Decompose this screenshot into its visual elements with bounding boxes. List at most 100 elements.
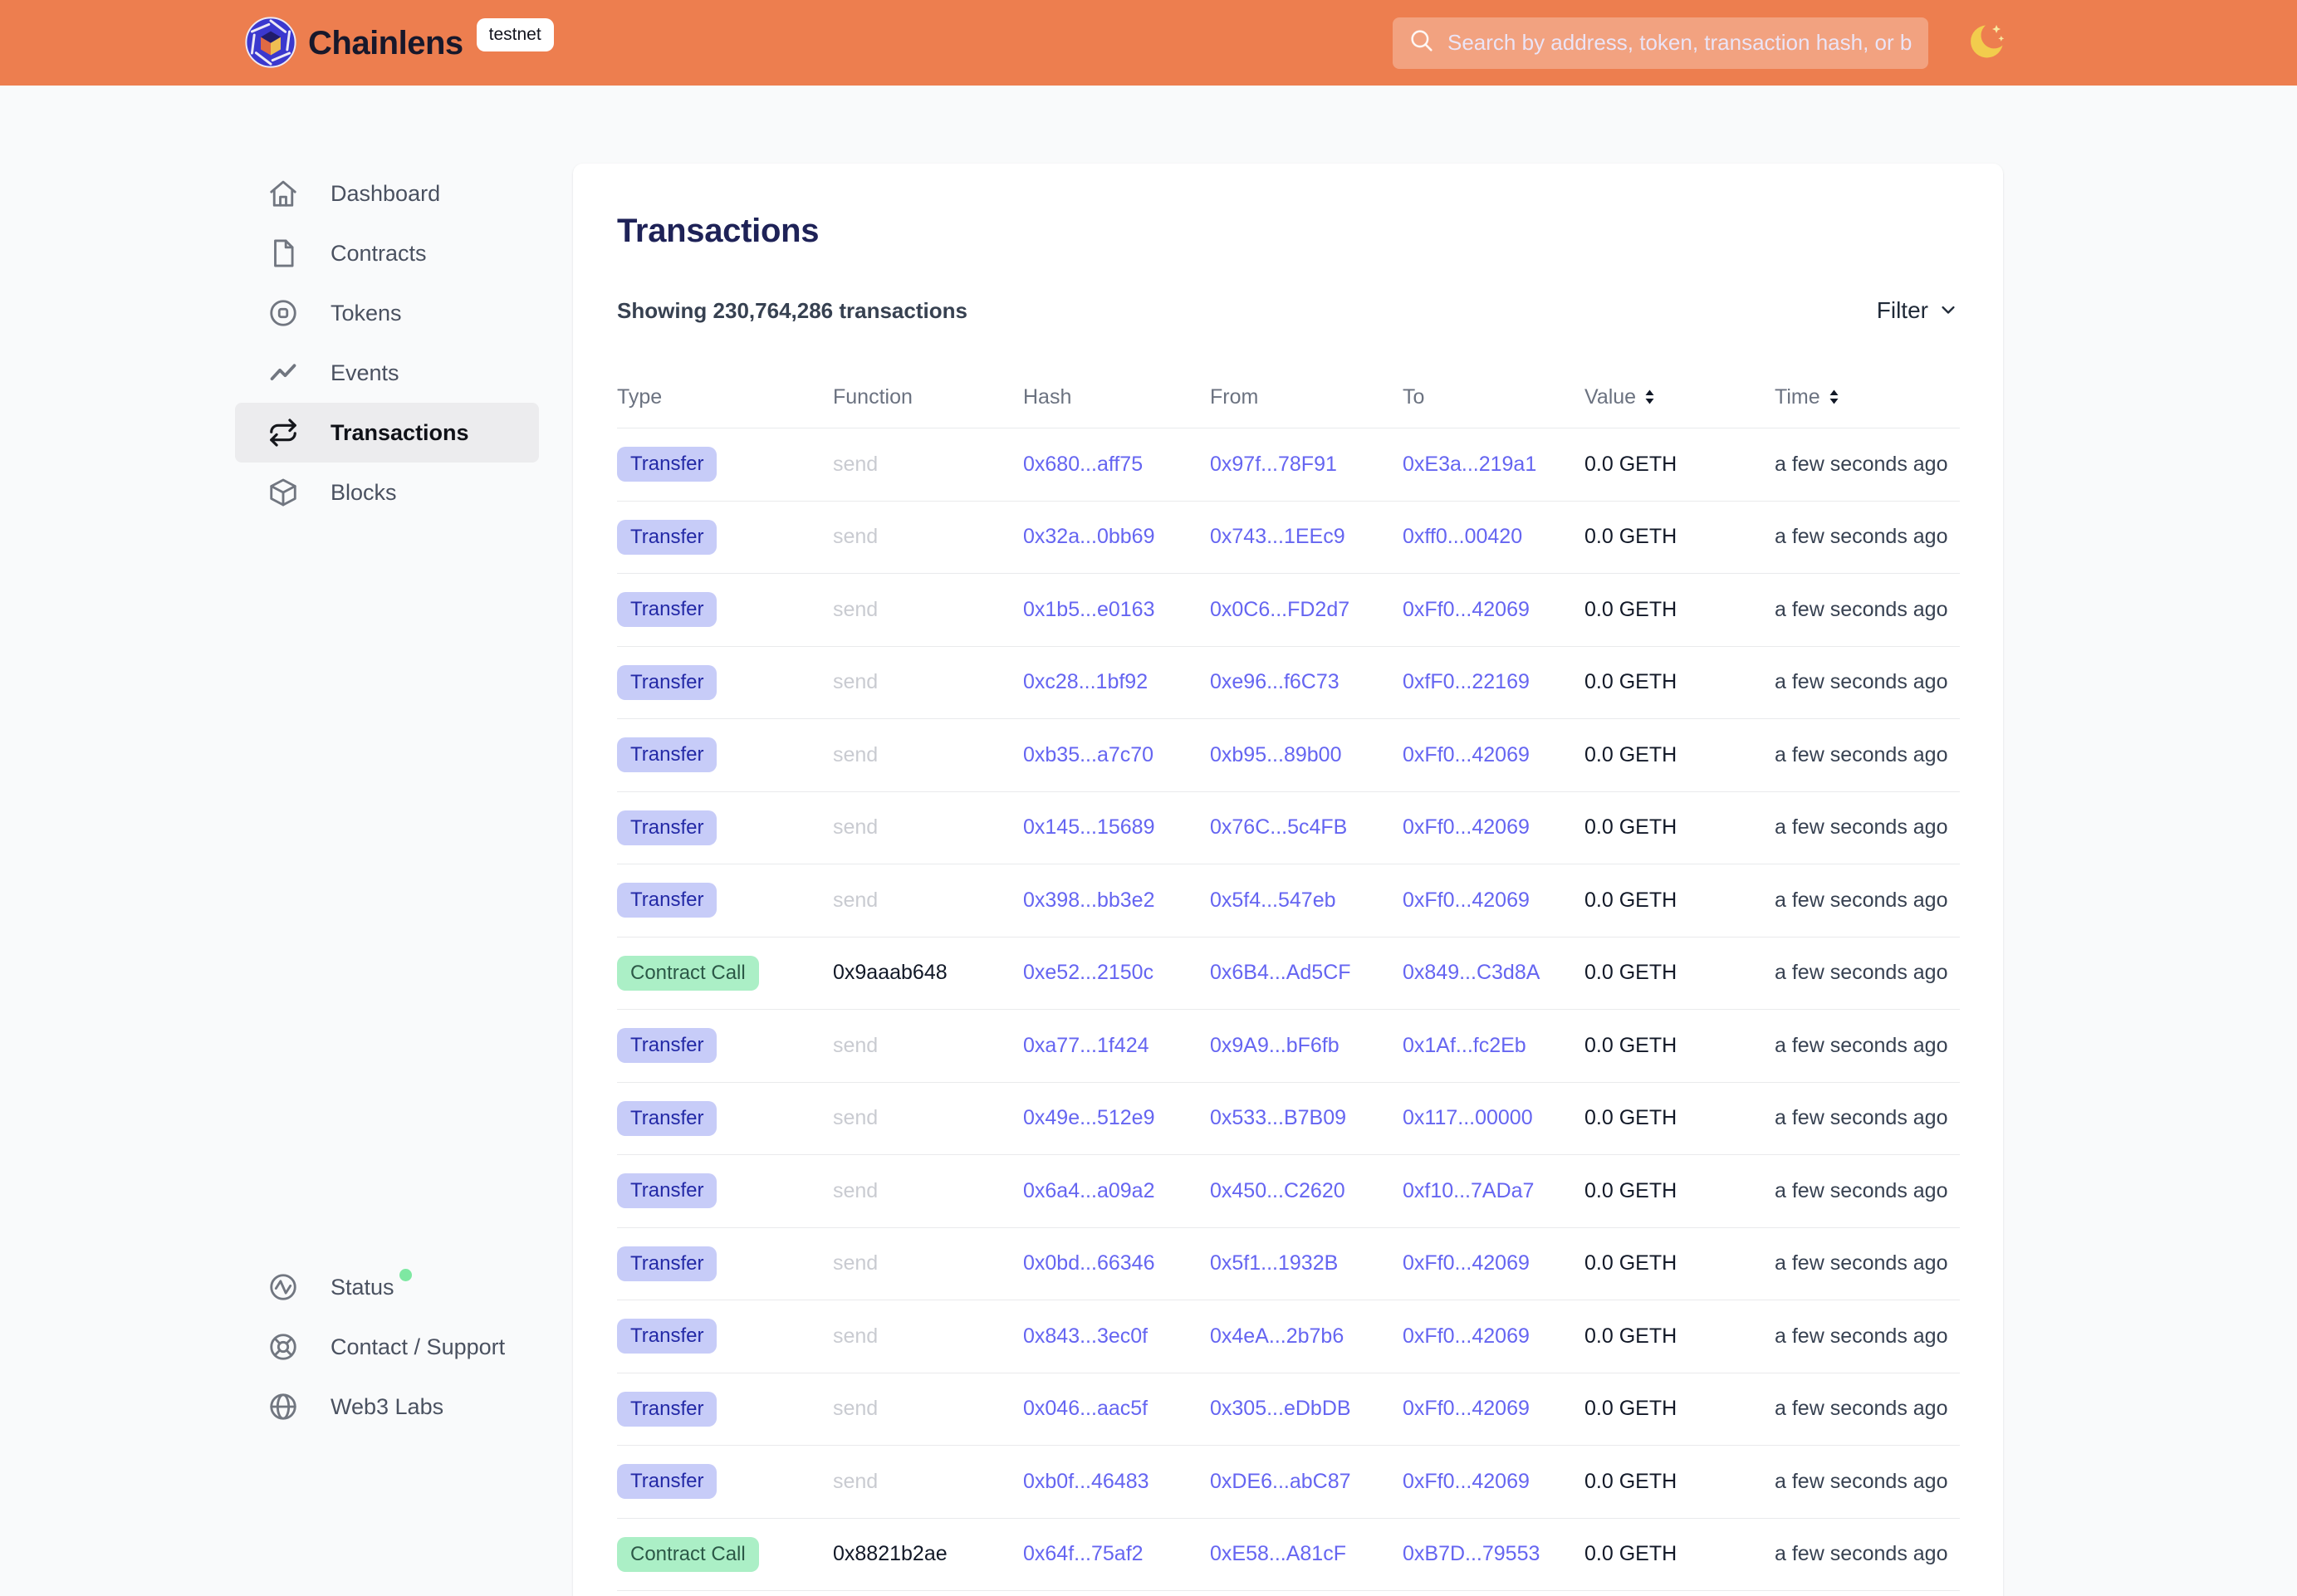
function-cell: send xyxy=(833,1324,1023,1349)
from-address-link[interactable]: 0xE58...A81cF xyxy=(1210,1542,1346,1565)
to-address-link[interactable]: 0xFf0...42069 xyxy=(1403,1251,1530,1275)
hash-link[interactable]: 0x6a4...a09a2 xyxy=(1023,1179,1154,1202)
sidebar-item-status[interactable]: Status xyxy=(235,1257,539,1317)
hash-link[interactable]: 0x32a...0bb69 xyxy=(1023,525,1154,548)
from-address-link[interactable]: 0x5f4...547eb xyxy=(1210,889,1336,912)
time-cell: a few seconds ago xyxy=(1775,453,1960,477)
hash-link[interactable]: 0x49e...512e9 xyxy=(1023,1106,1154,1129)
to-address-link[interactable]: 0xff0...00420 xyxy=(1403,525,1522,548)
hash-link[interactable]: 0x680...aff75 xyxy=(1023,453,1143,476)
table-row: Transfer send 0xc28...1bf92 0xe96...f6C7… xyxy=(617,647,1960,720)
sidebar-item-label: Dashboard xyxy=(331,181,440,207)
activity-icon xyxy=(267,356,300,389)
hash-link[interactable]: 0xb35...a7c70 xyxy=(1023,743,1153,766)
table-row: Transfer send 0x046...aac5f 0x305...eDbD… xyxy=(617,1373,1960,1447)
hash-link[interactable]: 0x843...3ec0f xyxy=(1023,1324,1148,1348)
function-cell: send xyxy=(833,453,1023,477)
value-cell: 0.0 GETH xyxy=(1584,1106,1775,1130)
status-online-dot xyxy=(399,1269,412,1281)
from-address-link[interactable]: 0xb95...89b00 xyxy=(1210,743,1341,766)
chainlens-logo-icon xyxy=(245,13,296,72)
sidebar-item-blocks[interactable]: Blocks xyxy=(235,463,539,522)
sidebar-item-transactions[interactable]: Transactions xyxy=(235,403,539,463)
sidebar-item-events[interactable]: Events xyxy=(235,343,539,403)
to-address-link[interactable]: 0xFf0...42069 xyxy=(1403,598,1530,621)
to-address-link[interactable]: 0xFf0...42069 xyxy=(1403,889,1530,912)
hash-link[interactable]: 0x1b5...e0163 xyxy=(1023,598,1154,621)
table-row: Transfer send 0x32a...0bb69 0x743...1EEc… xyxy=(617,502,1960,575)
network-badge: testnet xyxy=(477,18,554,51)
hash-link[interactable]: 0x046...aac5f xyxy=(1023,1397,1148,1420)
hash-link[interactable]: 0xe52...2150c xyxy=(1023,961,1153,984)
hash-link[interactable]: 0x398...bb3e2 xyxy=(1023,889,1154,912)
from-address-link[interactable]: 0x97f...78F91 xyxy=(1210,453,1337,476)
sidebar-item-tokens[interactable]: Tokens xyxy=(235,283,539,343)
table-row: Transfer send 0x398...bb3e2 0x5f4...547e… xyxy=(617,864,1960,938)
from-address-link[interactable]: 0x743...1EEc9 xyxy=(1210,525,1345,548)
life-buoy-icon xyxy=(267,1330,300,1363)
brand-name: Chainlens xyxy=(308,25,463,62)
to-address-link[interactable]: 0xfF0...22169 xyxy=(1403,670,1530,693)
from-address-link[interactable]: 0x9A9...bF6fb xyxy=(1210,1034,1340,1057)
to-address-link[interactable]: 0xFf0...42069 xyxy=(1403,743,1530,766)
value-cell: 0.0 GETH xyxy=(1584,961,1775,985)
sidebar-item-contact-support[interactable]: Contact / Support xyxy=(235,1317,539,1377)
from-address-link[interactable]: 0x5f1...1932B xyxy=(1210,1251,1338,1275)
time-cell: a few seconds ago xyxy=(1775,1542,1960,1566)
hash-link[interactable]: 0xb0f...46483 xyxy=(1023,1470,1149,1493)
to-address-link[interactable]: 0x849...C3d8A xyxy=(1403,961,1540,984)
column-header-function: Function xyxy=(833,385,1023,409)
brand-logo-group[interactable]: Chainlens testnet xyxy=(245,13,554,72)
to-address-link[interactable]: 0xB7D...79553 xyxy=(1403,1542,1540,1565)
to-address-link[interactable]: 0xFf0...42069 xyxy=(1403,1470,1530,1493)
search-bar[interactable] xyxy=(1393,17,1928,69)
dark-mode-toggle[interactable] xyxy=(1963,20,2010,66)
from-address-link[interactable]: 0x4eA...2b7b6 xyxy=(1210,1324,1344,1348)
sidebar-item-label: Blocks xyxy=(331,480,397,506)
hash-link[interactable]: 0x145...15689 xyxy=(1023,815,1154,839)
from-address-link[interactable]: 0x0C6...FD2d7 xyxy=(1210,598,1349,621)
time-cell: a few seconds ago xyxy=(1775,1251,1960,1275)
from-address-link[interactable]: 0x6B4...Ad5CF xyxy=(1210,961,1351,984)
to-address-link[interactable]: 0xFf0...42069 xyxy=(1403,1324,1530,1348)
sidebar-item-contracts[interactable]: Contracts xyxy=(235,223,539,283)
type-badge: Transfer xyxy=(617,1464,717,1499)
function-cell: send xyxy=(833,525,1023,549)
to-address-link[interactable]: 0x117...00000 xyxy=(1403,1106,1533,1129)
value-cell: 0.0 GETH xyxy=(1584,670,1775,694)
from-address-link[interactable]: 0xe96...f6C73 xyxy=(1210,670,1340,693)
column-header-time[interactable]: Time xyxy=(1775,385,1960,409)
hash-link[interactable]: 0x0bd...66346 xyxy=(1023,1251,1154,1275)
time-cell: a few seconds ago xyxy=(1775,1470,1960,1494)
to-address-link[interactable]: 0xFf0...42069 xyxy=(1403,815,1530,839)
sidebar-nav: Dashboard Contracts Tokens Events xyxy=(235,164,573,522)
sidebar-item-label: Tokens xyxy=(331,301,402,326)
to-address-link[interactable]: 0xf10...7ADa7 xyxy=(1403,1179,1534,1202)
to-address-link[interactable]: 0x1Af...fc2Eb xyxy=(1403,1034,1526,1057)
value-cell: 0.0 GETH xyxy=(1584,1251,1775,1275)
sort-icon[interactable] xyxy=(1828,389,1840,405)
time-cell: a few seconds ago xyxy=(1775,598,1960,622)
to-address-link[interactable]: 0xFf0...42069 xyxy=(1403,1397,1530,1420)
time-cell: a few seconds ago xyxy=(1775,1106,1960,1130)
column-header-value[interactable]: Value xyxy=(1584,385,1775,409)
hash-link[interactable]: 0xa77...1f424 xyxy=(1023,1034,1149,1057)
sidebar-item-label: Status xyxy=(331,1275,394,1300)
table-row: Transfer send 0x1b5...e0163 0x0C6...FD2d… xyxy=(617,574,1960,647)
from-address-link[interactable]: 0xDE6...abC87 xyxy=(1210,1470,1351,1493)
from-address-link[interactable]: 0x450...C2620 xyxy=(1210,1179,1345,1202)
sidebar-item-dashboard[interactable]: Dashboard xyxy=(235,164,539,223)
to-address-link[interactable]: 0xE3a...219a1 xyxy=(1403,453,1536,476)
main-content: Transactions Showing 230,764,286 transac… xyxy=(573,164,2297,1596)
from-address-link[interactable]: 0x533...B7B09 xyxy=(1210,1106,1346,1129)
from-address-link[interactable]: 0x76C...5c4FB xyxy=(1210,815,1347,839)
value-cell: 0.0 GETH xyxy=(1584,1397,1775,1421)
from-address-link[interactable]: 0x305...eDbDB xyxy=(1210,1397,1351,1420)
hash-link[interactable]: 0x64f...75af2 xyxy=(1023,1542,1144,1565)
hash-link[interactable]: 0xc28...1bf92 xyxy=(1023,670,1148,693)
sidebar-item-web3-labs[interactable]: Web3 Labs xyxy=(235,1377,539,1437)
filter-button[interactable]: Filter xyxy=(1877,297,1960,324)
sort-icon[interactable] xyxy=(1643,389,1656,405)
table-row: Transfer send 0xb35...a7c70 0xb95...89b0… xyxy=(617,719,1960,792)
search-input[interactable] xyxy=(1447,30,1913,56)
